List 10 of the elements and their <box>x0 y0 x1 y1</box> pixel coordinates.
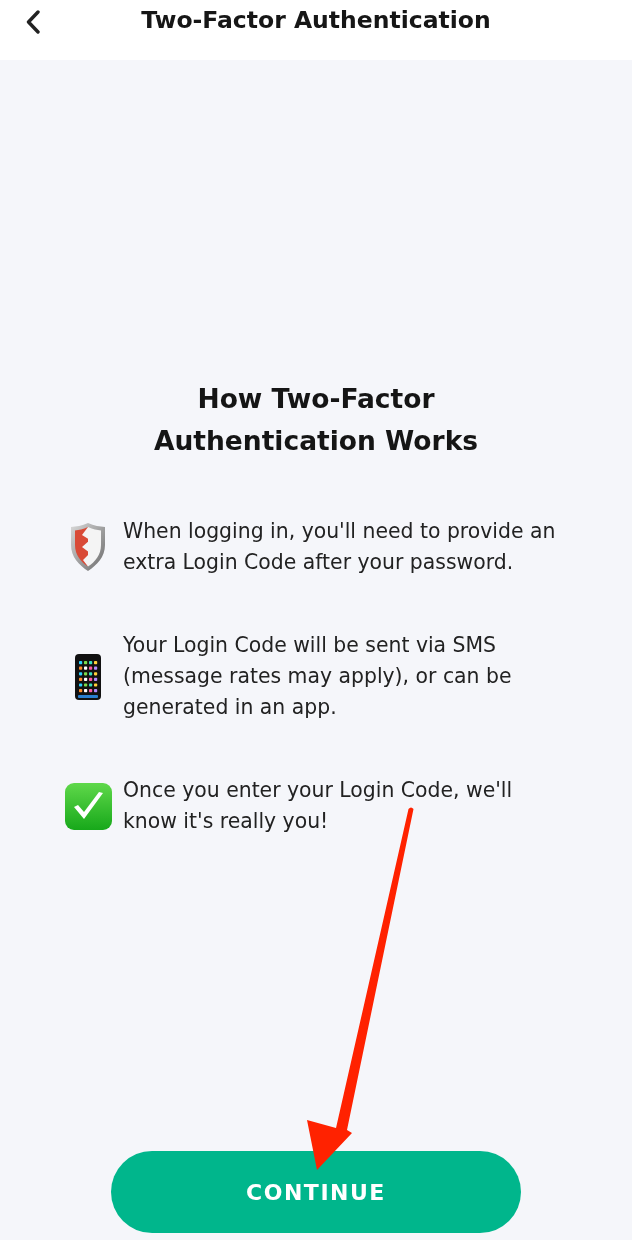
section-heading: How Two-Factor Authentication Works <box>152 382 480 458</box>
shield-icon <box>71 523 105 571</box>
phone-icon <box>75 653 101 700</box>
info-text: Your Login Code will be sent via SMS (message rates may apply), or can be generated in an app. <box>123 632 513 721</box>
screen-title: Two-Factor Authentication <box>141 5 491 35</box>
info-text: Once you enter your Login Code, we'll know it's really you! <box>123 777 514 835</box>
check-mark-icon <box>64 782 112 830</box>
continue-button[interactable]: CONTINUE <box>111 1151 521 1233</box>
back-chevron-icon <box>26 10 40 34</box>
info-text: When logging in, you'll need to provide an extra Login Code after your password. <box>123 518 557 576</box>
